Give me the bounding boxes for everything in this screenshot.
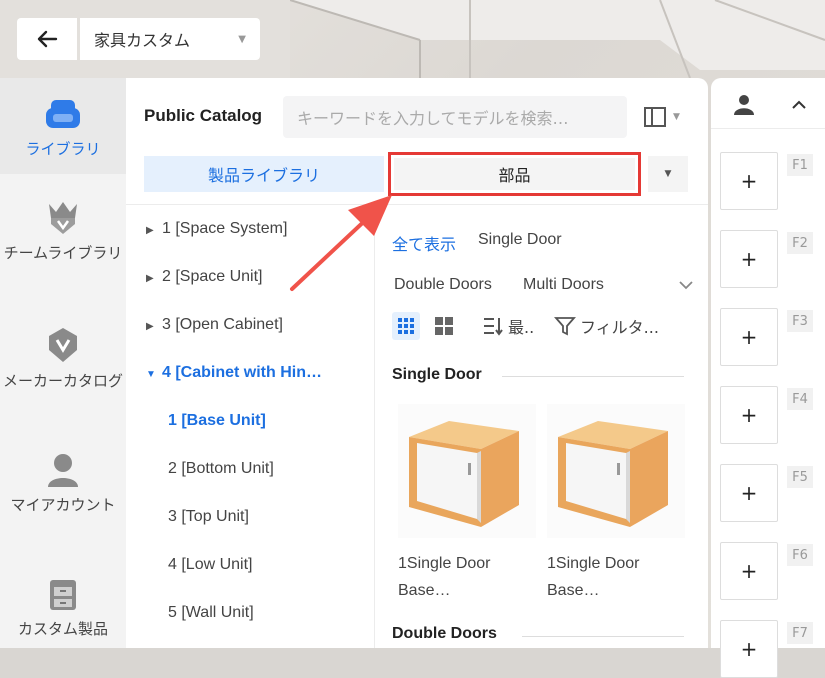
user-icon[interactable]: [733, 94, 755, 116]
shortcut-slot-f6[interactable]: +: [720, 542, 778, 600]
shortcut-slot-f4[interactable]: +: [720, 386, 778, 444]
shortcut-key-label: F3: [787, 310, 813, 332]
shortcut-key-label: F7: [787, 622, 813, 644]
shortcut-key-label: F4: [787, 388, 813, 410]
shortcut-slot-f7[interactable]: +: [720, 620, 778, 678]
shortcut-slot-f5[interactable]: +: [720, 464, 778, 522]
shortcut-key-label: F1: [787, 154, 813, 176]
shortcut-slot-f2[interactable]: +: [720, 230, 778, 288]
shortcut-slot-f1[interactable]: +: [720, 152, 778, 210]
chevron-up-icon[interactable]: [791, 100, 807, 110]
shortcut-key-label: F5: [787, 466, 813, 488]
annotation-arrow-icon: [290, 195, 392, 291]
shortcut-key-label: F2: [787, 232, 813, 254]
shortcut-key-label: F6: [787, 544, 813, 566]
shortcut-slot-f3[interactable]: +: [720, 308, 778, 366]
shortcut-panel-header: [711, 78, 825, 129]
shortcut-panel: + F1 + F2 + F3 + F4 + F5 + F6 + F7: [711, 78, 825, 678]
